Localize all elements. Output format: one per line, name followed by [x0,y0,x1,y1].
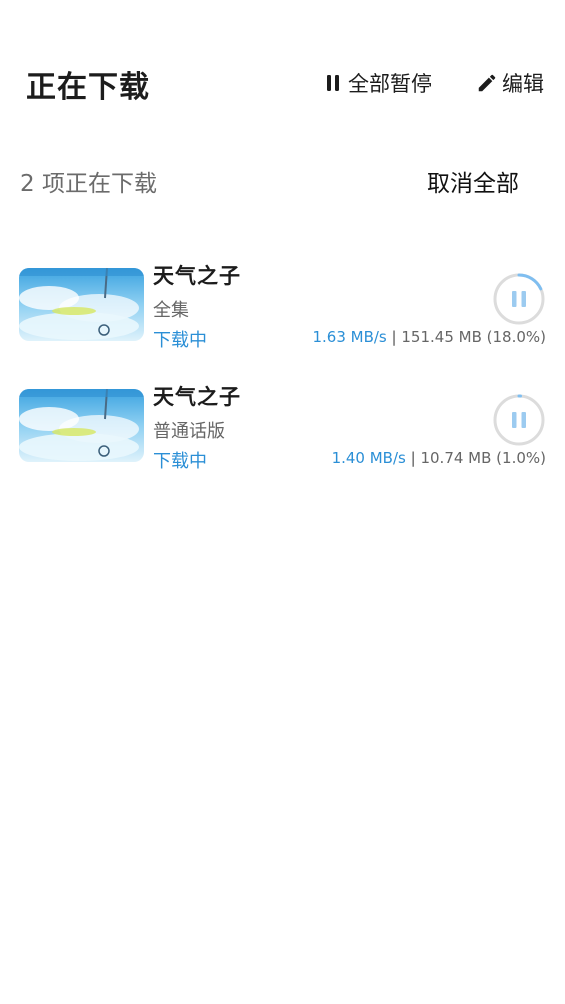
item-transfer-info: 1.63 MB/s | 151.45 MB (18.0%) [312,328,546,346]
pause-icon [322,72,344,94]
download-size-progress: 10.74 MB (1.0%) [420,449,546,467]
top-bar: 正在下载 全部暂停 编辑 [0,0,565,165]
progress-ring-icon [493,394,545,446]
item-subtitle: 普通话版 [153,421,225,442]
info-separator: | [391,328,397,346]
item-subtitle: 全集 [153,300,189,321]
download-summary-bar: 2 项正在下载 取消全部 [0,150,565,210]
pause-all-button[interactable]: 全部暂停 [322,68,432,98]
item-status: 下载中 [153,451,207,472]
item-title: 天气之子 [153,264,241,288]
pause-all-label: 全部暂停 [348,72,432,96]
video-thumbnail [19,268,144,341]
download-item[interactable]: 天气之子 普通话版 下载中 1.40 MB/s | 10.74 MB (1.0%… [0,379,565,479]
video-thumbnail [19,389,144,462]
download-item[interactable]: 天气之子 全集 下载中 1.63 MB/s | 151.45 MB (18.0%… [0,258,565,358]
pencil-icon [475,71,499,95]
progress-ring-icon [493,273,545,325]
pause-download-button[interactable] [493,273,545,325]
edit-label: 编辑 [502,72,544,96]
download-size-progress: 151.45 MB (18.0%) [401,328,546,346]
download-speed: 1.63 MB/s [312,328,387,346]
download-count-text: 2 项正在下载 [20,171,157,197]
cancel-all-button[interactable]: 取消全部 [427,164,519,198]
item-status: 下载中 [153,330,207,351]
item-transfer-info: 1.40 MB/s | 10.74 MB (1.0%) [332,449,546,467]
download-speed: 1.40 MB/s [331,449,406,467]
edit-button[interactable]: 编辑 [475,68,544,98]
info-separator: | [410,449,416,467]
item-title: 天气之子 [153,385,241,409]
pause-download-button[interactable] [493,394,545,446]
page-title: 正在下载 [26,70,150,105]
